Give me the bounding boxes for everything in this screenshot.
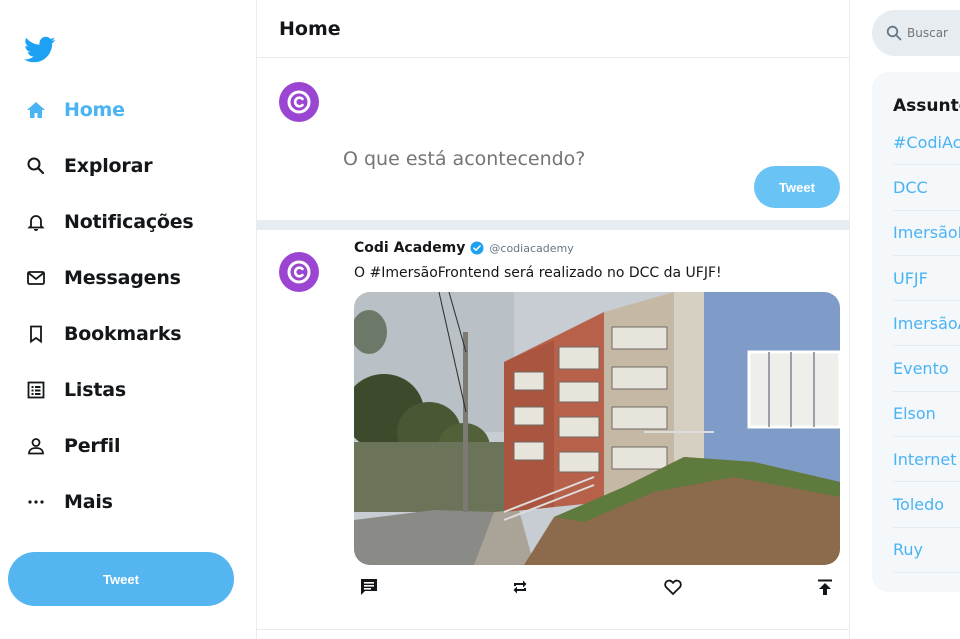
retweet-icon[interactable] [508,575,532,599]
topic-item[interactable]: #CodiAcademy [893,120,960,166]
tweet-author-handle[interactable]: @codiacademy [489,242,573,255]
sidebar-tweet-button[interactable]: Tweet [8,552,234,606]
nav-label-mais: Mais [64,491,113,513]
codi-logo-icon [287,90,311,114]
user-icon [24,434,48,458]
search-box[interactable] [872,10,960,56]
topic-list: #CodiAcademy DCC ImersãoFrontend UFJF Im… [893,120,960,573]
tweet-header: Codi Academy @codiacademy [354,240,574,256]
twitter-logo-icon[interactable] [24,36,56,64]
composer-tweet-button[interactable]: Tweet [754,166,840,208]
feed-divider [257,220,849,230]
right-sidebar: Assuntos #CodiAcademy DCC ImersãoFronten… [850,0,960,639]
building-photo [354,292,840,565]
topic-item[interactable]: DCC [893,165,960,211]
list-icon [24,378,48,402]
nav-item-notificacoes[interactable]: Notificações [24,194,194,250]
topic-item[interactable]: ImersãoFrontend [893,211,960,256]
nav-label-bookmarks: Bookmarks [64,323,182,345]
topic-item[interactable]: Internet [893,437,960,483]
nav-label-listas: Listas [64,379,126,401]
tweet-text: O #ImersãoFrontend será realizado no DCC… [354,265,722,281]
share-icon[interactable] [813,575,837,599]
main-header: Home [257,0,849,58]
tweet-image[interactable] [354,292,840,565]
left-sidebar: Home Explorar Notificações Messagens Boo… [0,0,256,639]
nav-item-home[interactable]: Home [24,82,194,138]
nav-label-messagens: Messagens [64,267,181,289]
nav-item-bookmarks[interactable]: Bookmarks [24,306,194,362]
nav-item-explorar[interactable]: Explorar [24,138,194,194]
main-nav: Home Explorar Notificações Messagens Boo… [24,82,194,530]
like-icon[interactable] [661,575,685,599]
topic-item[interactable]: Toledo [893,482,960,528]
tweet-composer: Tweet [257,58,849,220]
more-icon [24,490,48,514]
nav-label-home: Home [64,99,125,121]
main-column: Home Tweet Codi Academy @codiac [256,0,850,639]
tweet-actions [354,575,834,603]
nav-label-perfil: Perfil [64,435,121,457]
topics-panel: Assuntos #CodiAcademy DCC ImersãoFronten… [872,72,960,592]
topic-item[interactable]: Evento [893,346,960,392]
tweet-input[interactable] [343,148,803,170]
verified-icon [470,241,484,255]
bookmark-icon [24,322,48,346]
topic-item[interactable]: UFJF [893,256,960,302]
nav-item-listas[interactable]: Listas [24,362,194,418]
topic-item[interactable]: ImersãoAcademy [893,301,960,347]
nav-label-notificacoes: Notificações [64,211,194,233]
comment-icon[interactable] [357,575,381,599]
nav-item-messagens[interactable]: Messagens [24,250,194,306]
nav-item-perfil[interactable]: Perfil [24,418,194,474]
search-icon [24,154,48,178]
topic-item[interactable]: Ruy [893,528,960,573]
tweet-author-name[interactable]: Codi Academy [354,240,465,256]
topics-title: Assuntos [893,96,960,116]
search-input[interactable] [907,26,960,40]
mail-icon [24,266,48,290]
avatar[interactable] [279,252,319,292]
tweet-item[interactable]: Codi Academy @codiacademy O #ImersãoFron… [257,230,849,630]
page-title: Home [279,17,341,40]
nav-item-mais[interactable]: Mais [24,474,194,530]
avatar[interactable] [279,82,319,122]
home-icon [24,98,48,122]
topic-item[interactable]: Elson [893,392,960,438]
bell-icon [24,210,48,234]
search-icon [886,25,902,41]
codi-logo-icon [287,260,311,284]
nav-label-explorar: Explorar [64,155,153,177]
